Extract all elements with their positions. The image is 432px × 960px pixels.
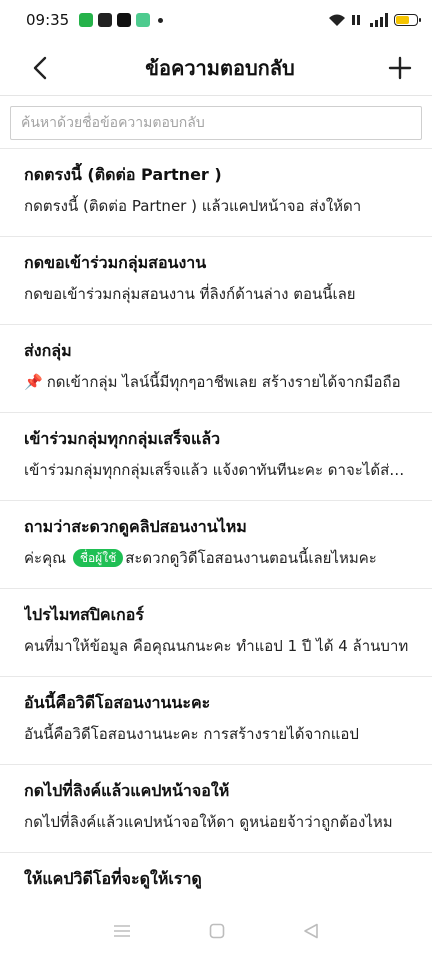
list-item[interactable]: ถามว่าสะดวกดูคลิปสอนงานไหม ค่ะคุณ ชื่อผู…	[0, 501, 432, 589]
item-preview: ค่ะคุณ	[24, 549, 67, 567]
chevron-left-icon	[33, 56, 47, 79]
item-preview-row: ค่ะคุณ ชื่อผู้ใช้ สะดวกดูวิดีโอสอนงานตอนน…	[24, 547, 410, 569]
system-nav-bar	[0, 902, 432, 960]
item-preview: กดไปที่ลิงค์แล้วแคปหน้าจอให้ดา ดูหน่อยจ้…	[24, 813, 393, 831]
notification-app-icon	[117, 13, 132, 27]
back-triangle-icon[interactable]	[303, 923, 319, 939]
list-item[interactable]: กดตรงนี้ (ติดต่อ Partner ) กดตรงนี้ (ติด…	[0, 149, 432, 237]
app-header: ข้อความตอบกลับ	[0, 40, 432, 96]
item-title: เข้าร่วมกลุ่มทุกกลุ่มเสร็จแล้ว	[24, 429, 221, 448]
status-bar: 09:35	[0, 0, 432, 40]
item-preview: คนที่มาให้ข้อมูล คือคุณนกนะคะ ทำแอป 1 ปี…	[24, 637, 409, 655]
item-title: กดไปที่ลิงค์แล้วแคปหน้าจอให้	[24, 781, 230, 800]
item-preview: กดเข้ากลุ่ม ไลน์นี้มีทุกๆอาชีพเลย สร้างร…	[46, 373, 401, 391]
status-time: 09:35	[26, 11, 70, 29]
menu-icon[interactable]	[113, 924, 131, 938]
item-title: กดตรงนี้ (ติดต่อ Partner )	[24, 165, 222, 184]
list-item[interactable]: อันนี้คือวิดีโอสอนงานนะคะ อันนี้คือวิดีโ…	[0, 677, 432, 765]
item-title: กดขอเข้าร่วมกลุ่มสอนงาน	[24, 253, 207, 272]
username-tag: ชื่อผู้ใช้	[72, 549, 124, 567]
item-preview-row: 📌 กดเข้ากลุ่ม ไลน์นี้มีทุกๆอาชีพเลย สร้าง…	[24, 371, 410, 393]
item-title: ส่งกลุ่ม	[24, 341, 72, 360]
battery-icon	[394, 14, 421, 26]
reply-list: กดตรงนี้ (ติดต่อ Partner ) กดตรงนี้ (ติด…	[0, 149, 432, 941]
item-preview: กดขอเข้าร่วมกลุ่มสอนงาน ที่ลิงก์ด้านล่าง…	[24, 285, 356, 303]
search-input[interactable]	[10, 106, 422, 140]
search-bar	[0, 96, 432, 149]
back-button[interactable]	[20, 48, 60, 88]
lte-icon	[352, 15, 360, 25]
home-square-icon[interactable]	[209, 923, 225, 939]
item-title: ถามว่าสะดวกดูคลิปสอนงานไหม	[24, 517, 247, 536]
page-title: ข้อความตอบกลับ	[145, 55, 295, 80]
list-item[interactable]: ไปรไมทสปิคเกอร์ คนที่มาให้ข้อมูล คือคุณน…	[0, 589, 432, 677]
notification-app-icon	[98, 13, 113, 27]
list-item[interactable]: เข้าร่วมกลุ่มทุกกลุ่มเสร็จแล้ว เข้าร่วมก…	[0, 413, 432, 501]
item-preview: เข้าร่วมกลุ่มทุกกลุ่มเสร็จแล้ว แจ้งดาทัน…	[24, 461, 410, 479]
pushpin-icon: 📌	[24, 373, 43, 391]
item-title: อันนี้คือวิดีโอสอนงานนะคะ	[24, 693, 211, 712]
plus-icon	[388, 56, 412, 79]
item-title: ให้แคปวิดีโอที่จะดูให้เราดู	[24, 869, 202, 888]
item-preview: สะดวกดูวิดีโอสอนงานตอนนี้เลยไหมคะ	[125, 549, 377, 567]
item-title: ไปรไมทสปิคเกอร์	[24, 605, 144, 624]
wifi-icon	[329, 14, 345, 26]
signal-icon	[370, 13, 388, 27]
list-item[interactable]: กดขอเข้าร่วมกลุ่มสอนงาน กดขอเข้าร่วมกลุ่…	[0, 237, 432, 325]
notification-app-icon	[136, 13, 151, 27]
list-item[interactable]: กดไปที่ลิงค์แล้วแคปหน้าจอให้ กดไปที่ลิงค…	[0, 765, 432, 853]
list-item[interactable]: ส่งกลุ่ม 📌 กดเข้ากลุ่ม ไลน์นี้มีทุกๆอาชีพ…	[0, 325, 432, 413]
notification-app-icon	[79, 13, 94, 27]
add-button[interactable]	[380, 48, 420, 88]
item-preview: อันนี้คือวิดีโอสอนงานนะคะ การสร้างรายได้…	[24, 725, 359, 743]
item-preview: กดตรงนี้ (ติดต่อ Partner ) แล้วแคปหน้าจอ…	[24, 197, 362, 215]
more-notifications-icon	[158, 17, 164, 23]
